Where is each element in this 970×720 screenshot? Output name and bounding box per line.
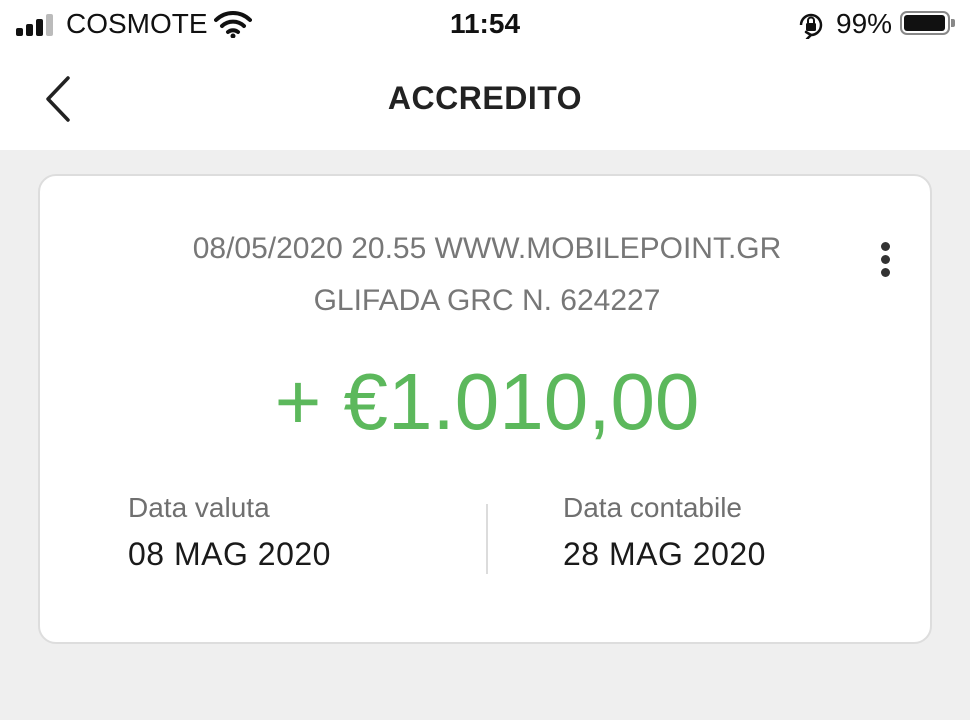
accounting-date: 28 MAG 2020 xyxy=(563,536,766,572)
transaction-card: 08/05/2020 20.55 WWW.MOBILEPOINT.GR GLIF… xyxy=(38,174,932,644)
top-bar: COSMOTE 11:54 99% ACCREDITO xyxy=(0,0,970,150)
value-date: 08 MAG 2020 xyxy=(128,536,331,572)
more-vertical-icon xyxy=(881,242,890,251)
accounting-date-label: Data contabile xyxy=(563,492,743,523)
transaction-amount: + €1.010,00 xyxy=(274,357,700,446)
orientation-lock-icon xyxy=(797,11,825,44)
more-options-button[interactable] xyxy=(866,236,906,282)
status-bar: COSMOTE 11:54 99% xyxy=(0,0,970,52)
battery-percentage: 99% xyxy=(836,8,893,39)
transaction-description-line2: GLIFADA GRC N. 624227 xyxy=(313,284,661,317)
value-date-label: Data valuta xyxy=(128,492,270,523)
transaction-description-line1: 08/05/2020 20.55 WWW.MOBILEPOINT.GR xyxy=(192,232,782,265)
divider xyxy=(486,504,488,574)
page-title: ACCREDITO xyxy=(387,80,583,116)
battery-icon xyxy=(900,11,955,35)
